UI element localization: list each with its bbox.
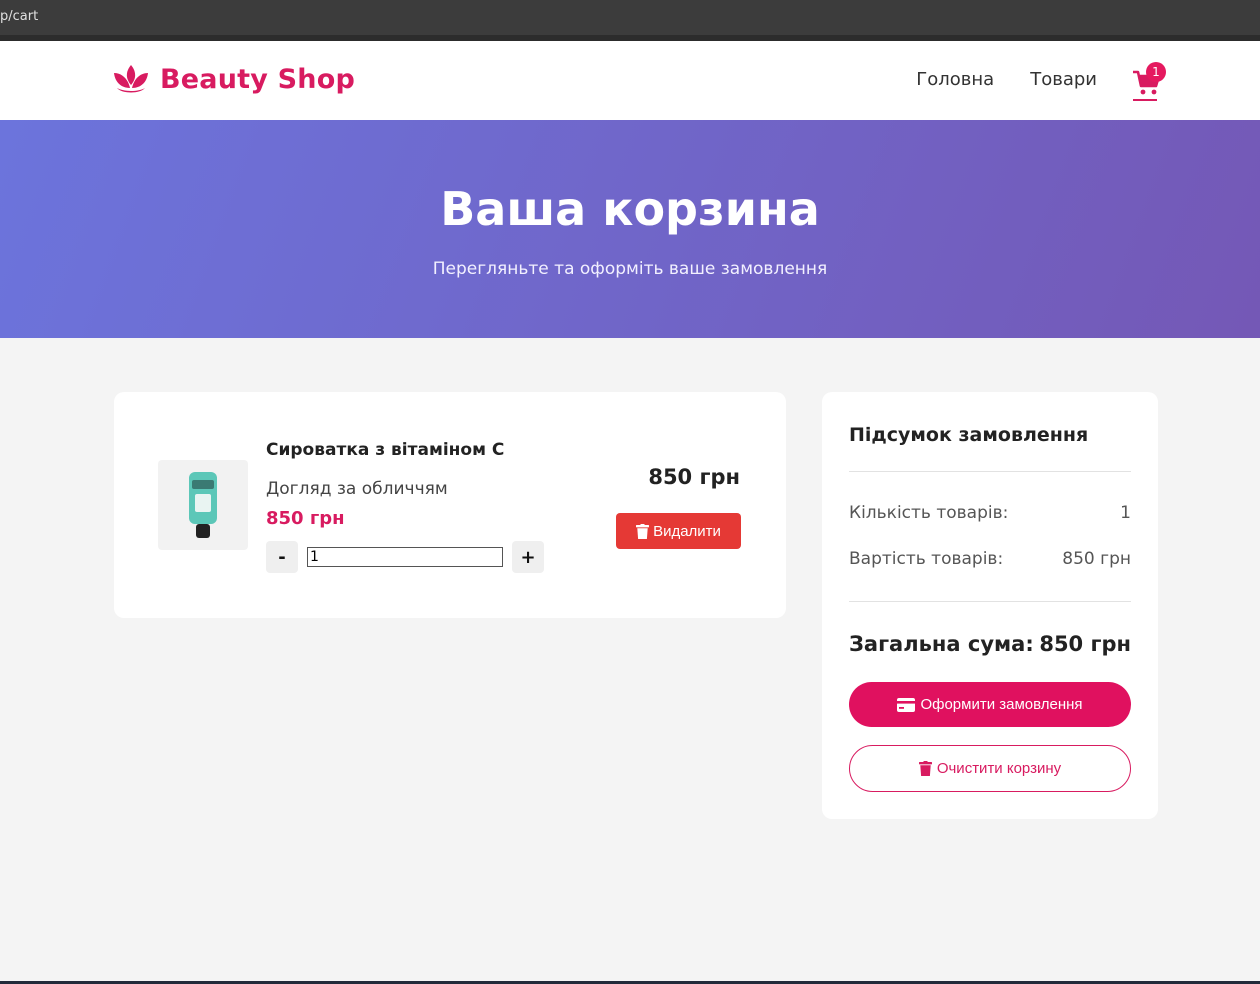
remove-item-button[interactable]: Видалити [616,513,741,549]
cart-button[interactable]: 1 [1130,62,1170,103]
cart-count-badge: 1 [1146,62,1166,82]
address-bar-url[interactable]: p/cart [0,9,38,24]
brand-logo[interactable]: Beauty Shop [112,63,355,95]
summary-title: Підсумок замовлення [849,424,1089,446]
summary-count-row: Кількість товарів: 1 [849,503,1131,523]
page-subtitle: Перегляньте та оформіть ваше замовлення [432,259,828,279]
clear-cart-label: Очистити корзину [936,760,1062,777]
page-title: Ваша корзина [440,182,820,236]
credit-card-icon [897,697,916,712]
summary-cost-label: Вартість товарів: [849,549,1004,569]
quantity-stepper: - + [266,541,544,573]
browser-bar: p/cart [0,0,1260,41]
checkout-label: Оформити замовлення [920,696,1083,713]
cart-active-underline [1133,99,1157,101]
hero-banner: Ваша корзина Перегляньте та оформіть ваш… [0,120,1260,338]
line-total: 850 грн [648,465,740,489]
summary-total-label: Загальна сума: [849,632,1034,656]
quantity-input[interactable] [307,547,503,567]
product-price: 850 грн [266,508,345,529]
trash-icon [918,761,932,776]
remove-item-label: Видалити [653,522,721,540]
main-nav: Головна Товари [916,69,1097,90]
cart-items-card: Сироватка з вітаміном C Догляд за обличч… [114,392,786,618]
summary-total-row: Загальна сума: 850 грн [849,632,1131,656]
nav-link-home[interactable]: Головна [916,69,994,90]
serum-tube-image [189,472,217,538]
brand-name: Beauty Shop [160,63,355,95]
nav-link-products[interactable]: Товари [1030,69,1097,90]
clear-cart-button[interactable]: Очистити корзину [849,745,1131,792]
decrease-quantity-button[interactable]: - [266,541,298,573]
product-name[interactable]: Сироватка з вітаміном C [266,440,504,460]
summary-cost-row: Вартість товарів: 850 грн [849,549,1131,569]
summary-cost-value: 850 грн [1062,549,1131,569]
site-header: Beauty Shop Головна Товари 1 [0,41,1260,120]
summary-count-value: 1 [1120,503,1131,523]
trash-icon [636,523,650,539]
increase-quantity-button[interactable]: + [512,541,544,573]
summary-divider-bottom [849,601,1131,602]
checkout-button[interactable]: Оформити замовлення [849,682,1131,727]
lotus-icon [114,65,148,93]
summary-count-label: Кількість товарів: [849,503,1009,523]
order-summary-card: Підсумок замовлення Кількість товарів: 1… [822,392,1158,819]
product-category: Догляд за обличчям [266,479,448,499]
summary-total-value: 850 грн [1039,632,1131,656]
summary-divider-top [849,471,1131,472]
product-image [158,460,248,550]
